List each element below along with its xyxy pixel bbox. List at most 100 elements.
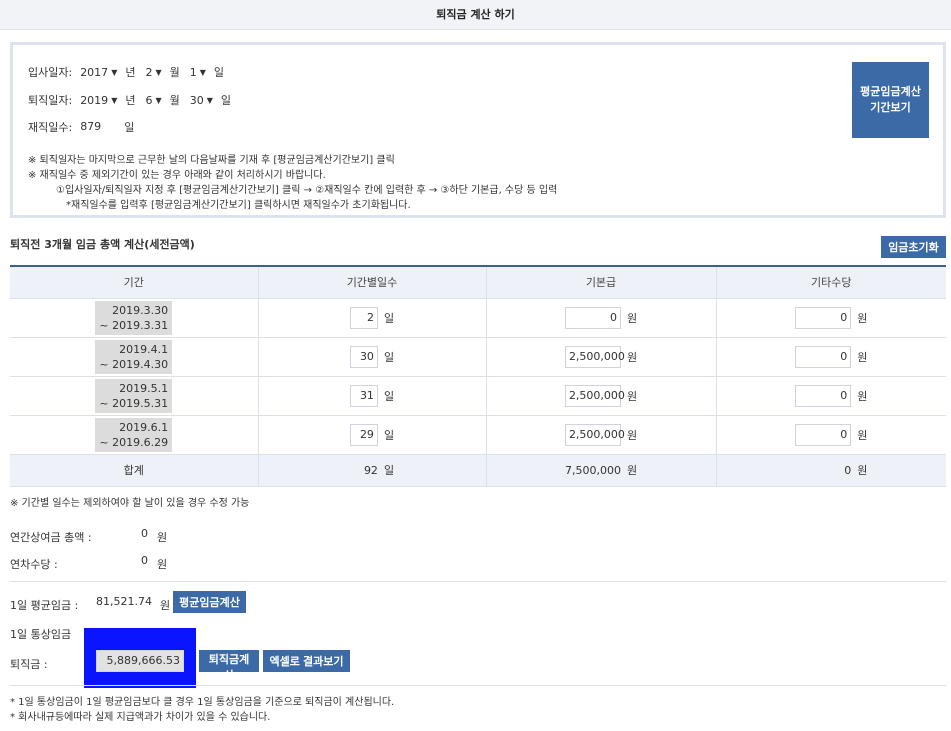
- day-unit: 일: [383, 311, 395, 325]
- won-unit: 원: [157, 531, 168, 544]
- other-pay-input[interactable]: 0: [795, 345, 852, 368]
- other-pay-input[interactable]: 0: [795, 306, 852, 329]
- severance-value: 5,889,666.53: [96, 650, 184, 672]
- days-input[interactable]: 31: [349, 384, 378, 407]
- ordinary-wage-label: 1일 통상임금: [10, 628, 72, 641]
- chevron-down-icon: ▼: [111, 95, 118, 105]
- table-row: 2019.6.1 ~ 2019.6.29 29 일 2,500,000 원 0원: [10, 415, 946, 455]
- won-unit: 원: [857, 350, 868, 364]
- period-start: 2019.3.30: [112, 303, 169, 317]
- col-header-period: 기간: [10, 265, 258, 299]
- days-input[interactable]: 29: [349, 423, 378, 446]
- month-unit: 월: [169, 94, 180, 107]
- date-notes: ※ 퇴직일자는 마지막으로 근무한 날의 다음날짜를 기재 후 [평균임금계산기…: [28, 153, 557, 213]
- won-unit: 원: [626, 311, 638, 325]
- chevron-down-icon: ▼: [111, 67, 118, 77]
- period-cell: 2019.6.1 ~ 2019.6.29: [95, 417, 173, 452]
- period-end: ~ 2019.3.31: [99, 318, 169, 332]
- hire-day-value: 1: [189, 65, 197, 79]
- footnote: * 회사내규등에따라 실제 지급액과가 차이가 있을 수 있습니다.: [10, 712, 271, 723]
- won-unit: 원: [626, 428, 638, 442]
- avg-wage-label: 1일 평균임금 :: [10, 599, 79, 612]
- won-unit: 원: [857, 464, 868, 477]
- wage-table: 기간 기간별일수 기본급 기타수당 2019.3.30 ~ 2019.3.31 2…: [10, 265, 946, 487]
- total-base: 7,500,000: [564, 463, 621, 477]
- won-unit: 원: [626, 464, 638, 477]
- hire-day-select[interactable]: 1 ▼: [185, 63, 210, 81]
- leave-allowance-input[interactable]: 0: [96, 550, 152, 572]
- retire-date-label: 퇴직일자:: [28, 94, 73, 107]
- chevron-down-icon: ▼: [206, 95, 213, 105]
- note-line: *재직일수를 입력후 [평균임금계산기간보기] 클릭하시면 재직일수가 초기화됩…: [66, 200, 411, 211]
- total-other: 0: [844, 463, 852, 477]
- base-pay-input[interactable]: 0: [564, 306, 621, 329]
- service-days-unit: 일: [124, 121, 135, 134]
- retire-date-row: 퇴직일자: 2019 ▼ 년 6 ▼ 월 30 ▼ 일: [28, 90, 237, 110]
- avg-period-view-button[interactable]: 평균임금계산 기간보기: [852, 62, 929, 138]
- chevron-down-icon: ▼: [155, 95, 162, 105]
- divider: [10, 581, 946, 582]
- day-unit: 일: [383, 350, 395, 364]
- base-pay-input[interactable]: 2,500,000: [564, 423, 625, 446]
- won-unit: 원: [160, 599, 171, 612]
- won-unit: 원: [157, 558, 168, 571]
- days-input[interactable]: 2: [349, 306, 378, 329]
- avg-wage-calc-button[interactable]: 평균임금계산: [173, 591, 246, 613]
- note-line: ※ 퇴직일자는 마지막으로 근무한 날의 다음날짜를 기재 후 [평균임금계산기…: [28, 155, 395, 166]
- period-cell: 2019.4.1 ~ 2019.4.30: [95, 339, 173, 374]
- day-unit: 일: [213, 66, 225, 79]
- service-days-input[interactable]: 879: [76, 116, 117, 138]
- period-cell: 2019.3.30 ~ 2019.3.31: [95, 300, 173, 335]
- total-days: 92: [363, 463, 378, 477]
- retire-year-select[interactable]: 2019 ▼: [76, 91, 122, 109]
- excel-export-button[interactable]: 엑셀로 결과보기: [263, 650, 350, 672]
- footnote: * 1일 통상임금이 1일 평균임금보다 클 경우 1일 통상임금을 기준으로 …: [10, 697, 395, 708]
- retire-month-select[interactable]: 6 ▼: [141, 91, 166, 109]
- base-pay-input[interactable]: 2,500,000: [564, 384, 625, 407]
- hire-year-value: 2017: [80, 65, 109, 79]
- table-row: 2019.4.1 ~ 2019.4.30 30 일 2,500,000 원 0원: [10, 337, 946, 377]
- severance-label: 퇴직금 :: [10, 658, 48, 671]
- period-start: 2019.5.1: [119, 381, 169, 395]
- severance-calc-button[interactable]: 퇴직금계산: [199, 650, 259, 682]
- note-line: ※ 재직일수 중 제외기간이 있는 경우 아래와 같이 처리하시기 바랍니다.: [28, 170, 326, 181]
- footnotes: * 1일 통상임금이 1일 평균임금보다 클 경우 1일 통상임금을 기준으로 …: [10, 695, 394, 725]
- leave-allowance-label: 연차수당 :: [10, 558, 58, 571]
- won-unit: 원: [857, 428, 868, 442]
- hire-date-row: 입사일자: 2017 ▼ 년 2 ▼ 월 1 ▼ 일: [28, 62, 230, 82]
- total-label: 합계: [10, 454, 258, 487]
- month-unit: 월: [169, 66, 180, 79]
- won-unit: 원: [857, 311, 868, 325]
- chevron-down-icon: ▼: [199, 67, 206, 77]
- avg-wage-value: 81,521.74: [92, 591, 156, 613]
- col-header-base: 기본급: [485, 265, 716, 299]
- table-row: 2019.3.30 ~ 2019.3.31 2일 0원 0원: [10, 298, 946, 338]
- day-unit: 일: [220, 94, 232, 107]
- hire-date-label: 입사일자:: [28, 66, 73, 79]
- reset-wage-button[interactable]: 임금초기화: [881, 236, 946, 258]
- day-unit: 일: [383, 389, 395, 403]
- total-row: 합계 92 일 7,500,000 원 0원: [10, 454, 946, 487]
- won-unit: 원: [626, 389, 638, 403]
- period-start: 2019.6.1: [119, 420, 169, 434]
- retire-year-value: 2019: [80, 93, 109, 107]
- retire-day-select[interactable]: 30 ▼: [185, 91, 217, 109]
- days-input[interactable]: 30: [349, 345, 378, 368]
- hire-month-value: 2: [145, 65, 153, 79]
- won-unit: 원: [626, 350, 638, 364]
- period-start: 2019.4.1: [119, 342, 169, 356]
- days-edit-note: ※ 기간별 일수는 제외하여야 할 날이 있을 경우 수정 가능: [10, 498, 250, 509]
- year-unit: 년: [125, 94, 136, 107]
- period-end: ~ 2019.6.29: [99, 435, 169, 449]
- table-row: 2019.5.1 ~ 2019.5.31 31 일 2,500,000 원 0원: [10, 376, 946, 416]
- bonus-label: 연간상여금 총액 :: [10, 531, 92, 544]
- bonus-input[interactable]: 0: [96, 523, 152, 545]
- retire-month-value: 6: [145, 93, 153, 107]
- hire-month-select[interactable]: 2 ▼: [141, 63, 166, 81]
- hire-year-select[interactable]: 2017 ▼: [76, 63, 122, 81]
- other-pay-input[interactable]: 0: [795, 423, 852, 446]
- page-title: 퇴직금 계산 하기: [0, 0, 951, 30]
- base-pay-input[interactable]: 2,500,000: [564, 345, 625, 368]
- other-pay-input[interactable]: 0: [795, 384, 852, 407]
- date-panel: 입사일자: 2017 ▼ 년 2 ▼ 월 1 ▼ 일 퇴직일자: 2019 ▼ 년 6 ▼…: [10, 42, 946, 218]
